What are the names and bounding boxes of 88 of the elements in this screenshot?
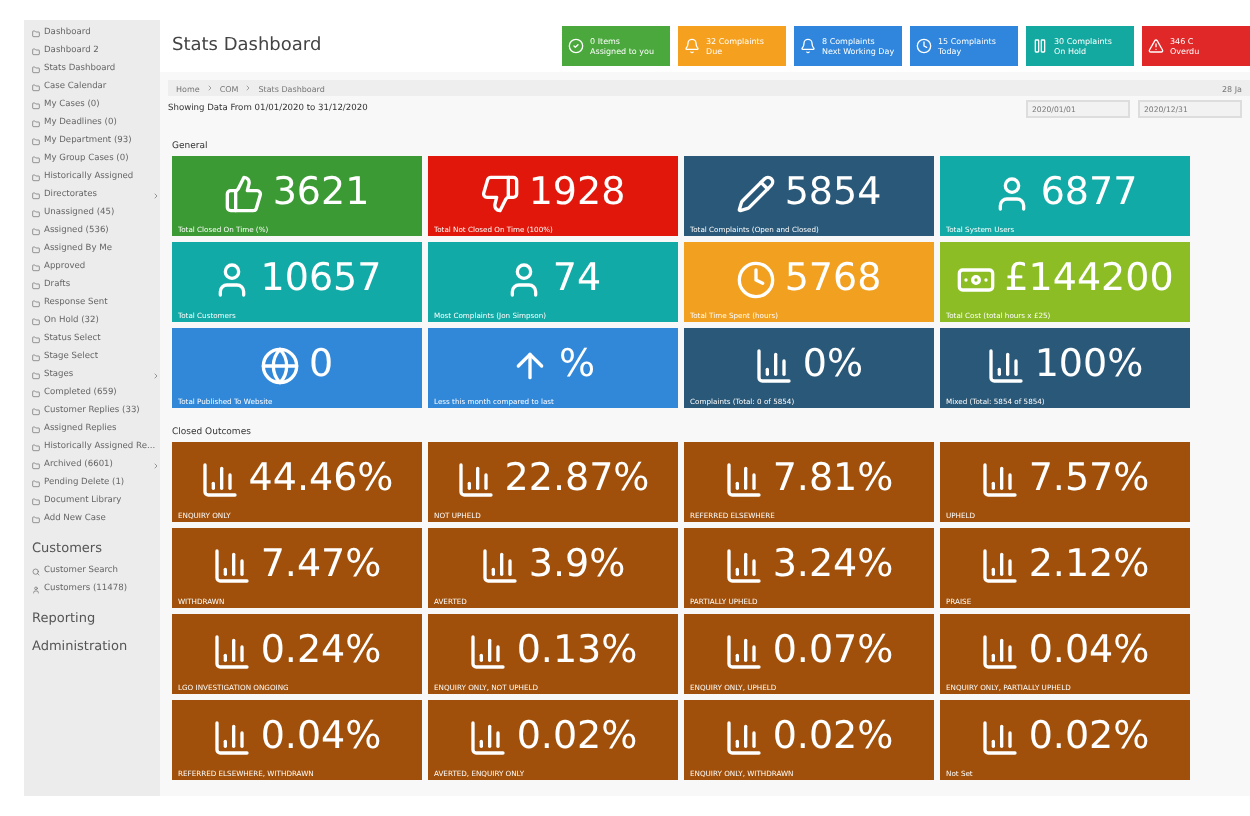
stat-value: 6877 (1040, 174, 1138, 212)
folder-icon (32, 461, 40, 469)
stat-value: 1928 (528, 174, 626, 212)
globe-icon (260, 345, 301, 385)
stat-value: 0.24% (260, 632, 382, 670)
folder-icon (32, 263, 40, 271)
page-title: Stats Dashboard (172, 36, 324, 56)
stat-value: 5768 (784, 260, 882, 298)
stat-value: 3.24% (772, 546, 894, 584)
bar-chart-icon (200, 459, 241, 499)
folder-icon (32, 65, 40, 73)
bar-chart-icon (724, 459, 765, 499)
folder-icon (32, 317, 40, 325)
stat-value: 3621 (272, 174, 370, 212)
thumbs-up-icon (224, 173, 265, 213)
bar-chart-icon (456, 459, 497, 499)
folder-icon (32, 407, 40, 415)
stat-value: 3.9% (528, 546, 626, 584)
folder-icon (32, 371, 40, 379)
folder-icon (32, 425, 40, 433)
stat-value: 0.13% (516, 632, 638, 670)
bar-chart-icon (980, 545, 1021, 585)
folder-icon (32, 335, 40, 343)
bar-chart-icon (468, 717, 509, 757)
folder-icon (32, 245, 40, 253)
bar-chart-icon (754, 345, 795, 385)
stat-value: 0.04% (260, 718, 382, 756)
bar-chart-icon (212, 631, 253, 671)
user-icon (32, 585, 40, 593)
stat-value: 22.87% (504, 460, 650, 498)
stat-value: 0.07% (772, 632, 894, 670)
thumbs-down-icon (480, 173, 521, 213)
folder-icon (32, 209, 40, 217)
stat-value: % (558, 346, 596, 384)
bar-chart-icon (724, 631, 765, 671)
folder-icon (32, 443, 40, 451)
bar-chart-icon (724, 545, 765, 585)
stat-value: 0.04% (1028, 632, 1150, 670)
folder-icon (32, 389, 40, 397)
check-circle-icon (568, 38, 584, 54)
bar-chart-icon (212, 717, 253, 757)
stat-value: 2.12% (1028, 546, 1150, 584)
folder-icon (32, 191, 40, 199)
folder-icon (32, 353, 40, 361)
bar-chart-icon (480, 545, 521, 585)
warning-icon (1148, 38, 1164, 54)
stat-value: 7.81% (772, 460, 894, 498)
clock-icon (916, 38, 932, 54)
bar-chart-icon (468, 631, 509, 671)
folder-icon (32, 173, 40, 181)
bar-chart-icon (980, 717, 1021, 757)
bar-chart-icon (986, 345, 1027, 385)
stat-value: 74 (552, 260, 602, 298)
stat-value: 0.02% (516, 718, 638, 756)
stat-value: 7.57% (1028, 460, 1150, 498)
stat-value: 0.02% (1028, 718, 1150, 756)
folder-icon (32, 47, 40, 55)
stat-value: £144200 (1004, 260, 1174, 298)
folder-icon (32, 155, 40, 163)
stat-value: 100% (1034, 346, 1144, 384)
bar-chart-icon (980, 459, 1021, 499)
stat-value: 5854 (784, 174, 882, 212)
folder-icon (32, 101, 40, 109)
bell-icon (684, 38, 700, 54)
search-icon (32, 567, 40, 575)
folder-icon (32, 515, 40, 523)
folder-icon (32, 281, 40, 289)
clock-icon (736, 259, 777, 299)
folder-icon (32, 119, 40, 127)
stat-value: 0 (308, 346, 334, 384)
bell-icon (800, 38, 816, 54)
folder-icon (32, 299, 40, 307)
pencil-icon (736, 173, 777, 213)
bar-chart-icon (724, 717, 765, 757)
bar-chart-icon (980, 631, 1021, 671)
pause-icon (1032, 38, 1048, 54)
folder-icon (32, 83, 40, 91)
folder-icon (32, 137, 40, 145)
folder-icon (32, 227, 40, 235)
stat-value: 44.46% (248, 460, 394, 498)
folder-icon (32, 497, 40, 505)
stat-value: 7.47% (260, 546, 382, 584)
folder-icon (32, 479, 40, 487)
bar-chart-icon (212, 545, 253, 585)
stat-value: 0% (802, 346, 864, 384)
stat-value: 10657 (260, 260, 382, 298)
stat-value: 0.02% (772, 718, 894, 756)
folder-icon (32, 29, 40, 37)
